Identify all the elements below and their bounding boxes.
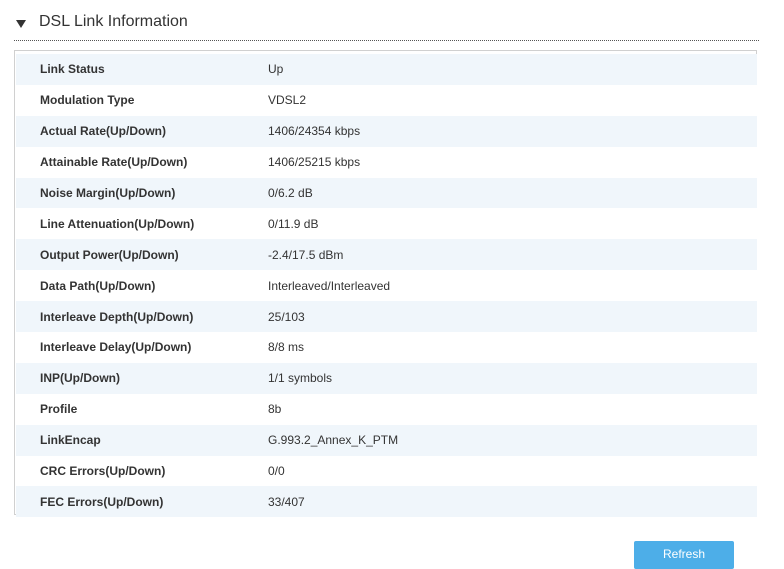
- row-label: Modulation Type: [16, 84, 268, 116]
- row-value: 0/6.2 dB: [268, 177, 757, 209]
- row-label: Noise Margin(Up/Down): [16, 177, 268, 209]
- table-row: Output Power(Up/Down) -2.4/17.5 dBm: [16, 239, 757, 271]
- row-label: Interleave Depth(Up/Down): [16, 301, 268, 333]
- row-value: 8/8 ms: [268, 332, 757, 363]
- table-row: Profile 8b: [16, 393, 757, 425]
- row-label: Profile: [16, 393, 268, 425]
- row-value: -2.4/17.5 dBm: [268, 239, 757, 271]
- row-label: Data Path(Up/Down): [16, 270, 268, 302]
- row-value: G.993.2_Annex_K_PTM: [268, 424, 757, 456]
- section-header[interactable]: DSL Link Information: [14, 8, 759, 41]
- row-value: 1406/25215 kbps: [268, 146, 757, 178]
- table-row: Interleave Depth(Up/Down) 25/103: [16, 301, 757, 333]
- table-row: Interleave Delay(Up/Down) 8/8 ms: [16, 332, 757, 363]
- row-label: Output Power(Up/Down): [16, 239, 268, 271]
- section-title: DSL Link Information: [39, 13, 188, 30]
- table-row: Attainable Rate(Up/Down) 1406/25215 kbps: [16, 146, 757, 178]
- table-row: Data Path(Up/Down) Interleaved/Interleav…: [16, 270, 757, 302]
- table-row: FEC Errors(Up/Down) 33/407: [16, 486, 757, 518]
- row-value: 25/103: [268, 301, 757, 333]
- row-label: Link Status: [16, 54, 268, 85]
- row-value: Interleaved/Interleaved: [268, 270, 757, 302]
- row-value: 1406/24354 kbps: [268, 115, 757, 147]
- row-value: Up: [268, 54, 757, 85]
- refresh-button[interactable]: Refresh: [634, 541, 734, 569]
- row-value: 0/0: [268, 455, 757, 487]
- row-label: INP(Up/Down): [16, 362, 268, 394]
- row-value: 1/1 symbols: [268, 362, 757, 394]
- table-row: Noise Margin(Up/Down) 0/6.2 dB: [16, 177, 757, 209]
- table-row: INP(Up/Down) 1/1 symbols: [16, 362, 757, 394]
- row-label: LinkEncap: [16, 424, 268, 456]
- row-label: FEC Errors(Up/Down): [16, 486, 268, 518]
- dsl-info-table: Link Status Up Modulation Type VDSL2 Act…: [16, 54, 757, 518]
- table-row: LinkEncap G.993.2_Annex_K_PTM: [16, 424, 757, 456]
- row-label: Actual Rate(Up/Down): [16, 115, 268, 147]
- table-row: Actual Rate(Up/Down) 1406/24354 kbps: [16, 115, 757, 147]
- table-row: Modulation Type VDSL2: [16, 84, 757, 116]
- row-value: VDSL2: [268, 84, 757, 116]
- row-label: Attainable Rate(Up/Down): [16, 146, 268, 178]
- row-value: 8b: [268, 393, 757, 425]
- table-row: CRC Errors(Up/Down) 0/0: [16, 455, 757, 487]
- row-value: 0/11.9 dB: [268, 208, 757, 240]
- row-label: Line Attenuation(Up/Down): [16, 208, 268, 240]
- caret-down-icon[interactable]: [16, 20, 26, 28]
- table-row: Link Status Up: [16, 54, 757, 85]
- dsl-info-panel: Link Status Up Modulation Type VDSL2 Act…: [14, 50, 757, 518]
- row-value: 33/407: [268, 486, 757, 518]
- table-row: Line Attenuation(Up/Down) 0/11.9 dB: [16, 208, 757, 240]
- row-label: CRC Errors(Up/Down): [16, 455, 268, 487]
- row-label: Interleave Delay(Up/Down): [16, 332, 268, 363]
